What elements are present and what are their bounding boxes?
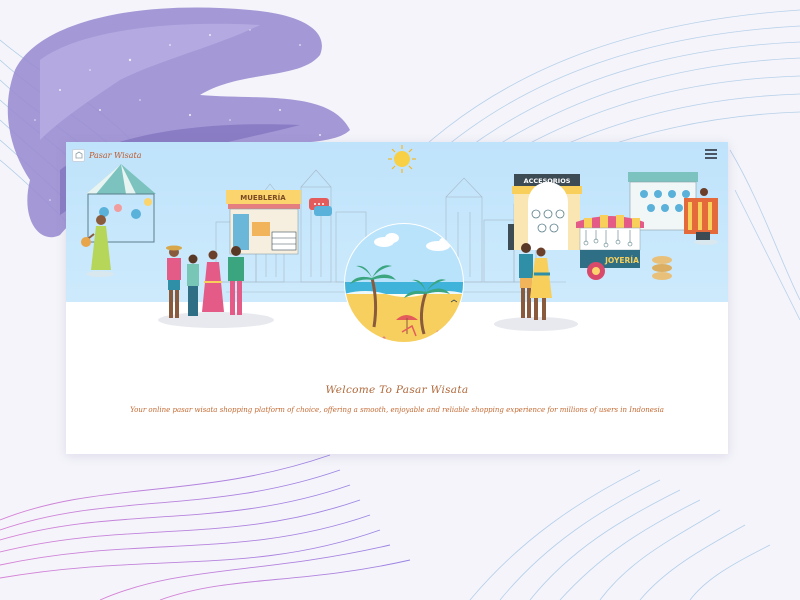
joyeria-sign: JOYERÍA (604, 256, 639, 265)
basket-stack (652, 256, 672, 280)
hamburger-menu-icon[interactable] (704, 147, 718, 159)
muebleria-sign: MUEBLERÍA (240, 193, 286, 202)
store-logo-icon (72, 148, 85, 162)
accesorios-stall: ACCESORIOS (508, 174, 582, 250)
app-window: MUEBLERÍA ACCESORIOS JOYERÍA Pasar Wisat… (66, 142, 728, 454)
welcome-description: Your online pasar wisata shopping platfo… (130, 406, 664, 414)
top-navigation-bar: Pasar Wisata (66, 142, 728, 166)
welcome-title: Welcome To Pasar Wisata (325, 384, 469, 396)
muebleria-stall: MUEBLERÍA (226, 190, 301, 255)
brand-name: Pasar Wisata (89, 150, 142, 160)
brand-home-link[interactable]: Pasar Wisata (72, 148, 142, 162)
